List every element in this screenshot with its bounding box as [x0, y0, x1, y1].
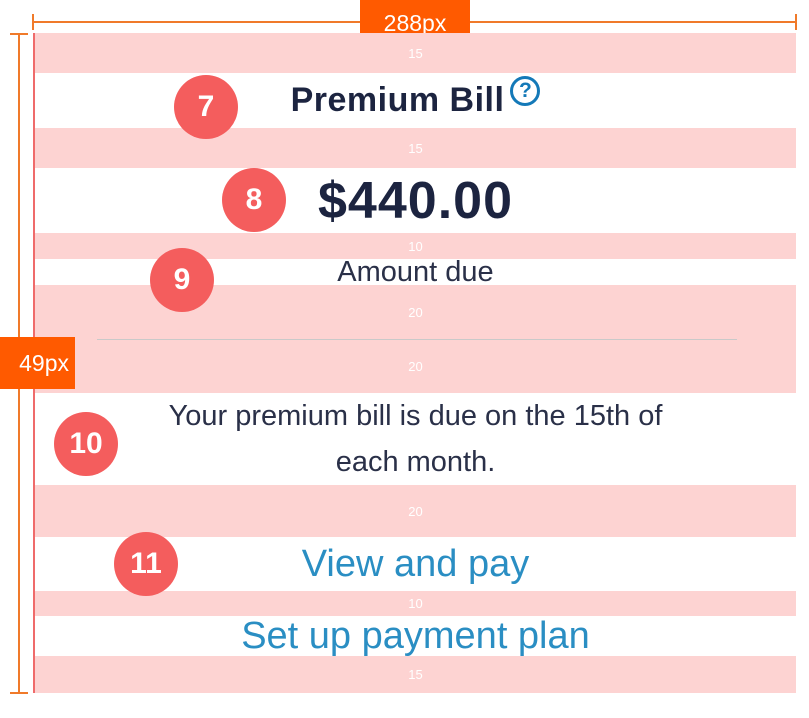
spacing-label: 20 [408, 359, 423, 374]
marker-11: 11 [114, 532, 178, 596]
due-date-message: Your premium bill is due on the 15th of … [168, 400, 663, 478]
setup-payment-plan-link[interactable]: Set up payment plan [241, 615, 590, 658]
marker-10: 10 [54, 412, 118, 476]
spacing-label: 15 [408, 667, 423, 682]
height-dimension-tick-bottom [10, 692, 28, 694]
spacing-label: 20 [408, 503, 423, 519]
marker-7: 7 [174, 75, 238, 139]
card-title: Premium Bill [290, 81, 505, 119]
spacing-band-before-divider: 20 [35, 285, 796, 340]
marker-9: 9 [150, 248, 214, 312]
amount-value: $440.00 [318, 171, 513, 230]
amount-due-label: Amount due [337, 255, 494, 288]
spacing-band-top: 15 [35, 33, 796, 73]
width-dimension-tick-left [32, 14, 34, 30]
spacing-band-after-message: 20 [35, 485, 796, 537]
spacing-band-after-title: 15 [35, 128, 796, 168]
spacing-band-after-divider: 20 [35, 340, 796, 393]
help-icon[interactable]: ? [510, 75, 541, 106]
spec-canvas: 288px 15 Premium Bill ? 15 $440.00 10 Am… [0, 0, 809, 718]
spacing-label: 10 [408, 238, 423, 254]
title-row: Premium Bill ? [35, 73, 796, 128]
spacing-label: 15 [408, 45, 423, 61]
spacing-label: 20 [408, 305, 423, 320]
height-dimension-badge: 49px [0, 337, 75, 389]
marker-8: 8 [222, 168, 286, 232]
message-row: Your premium bill is due on the 15th of … [35, 393, 796, 485]
amount-row: $440.00 [35, 168, 796, 233]
spacing-label: 15 [408, 140, 423, 156]
payment-plan-row: Set up payment plan [35, 615, 796, 658]
view-and-pay-link[interactable]: View and pay [302, 543, 529, 586]
spacing-band-bottom: 15 [35, 656, 796, 693]
width-dimension-tick-right [795, 14, 797, 30]
height-dimension-tick-top [10, 33, 28, 35]
spacing-label: 10 [408, 596, 423, 611]
